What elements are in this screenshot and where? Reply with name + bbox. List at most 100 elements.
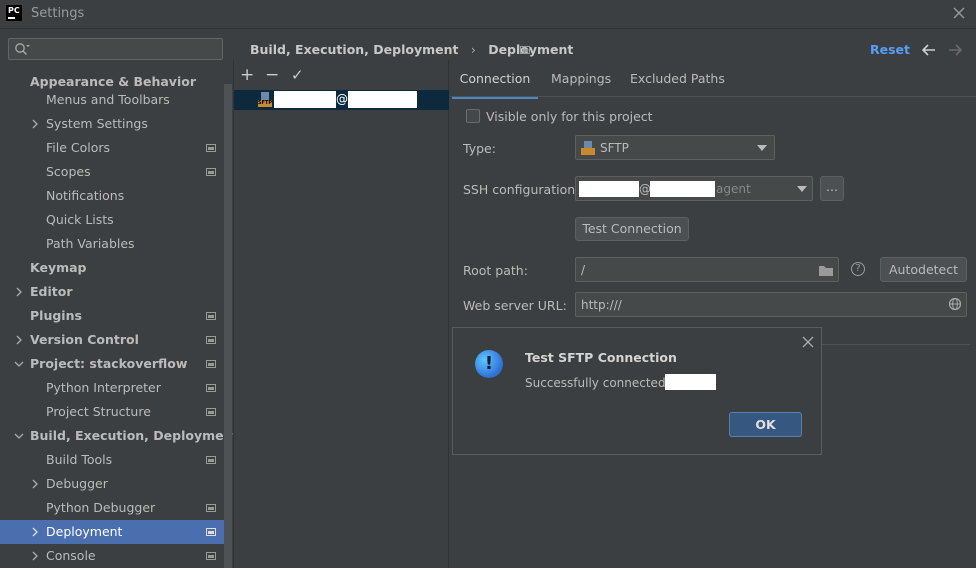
visible-only-checkbox[interactable] (466, 109, 480, 123)
project-level-icon (206, 456, 216, 464)
autodetect-button[interactable]: Autodetect (880, 257, 967, 282)
search-field[interactable] (8, 38, 223, 60)
sidebar-item-label: Keymap (30, 260, 87, 275)
sidebar-item-project-structure[interactable]: Project Structure (0, 400, 232, 424)
form-divider (822, 344, 970, 345)
sidebar-item-python-debugger[interactable]: Python Debugger (0, 496, 232, 520)
tab-connection[interactable]: Connection (452, 68, 538, 99)
type-label: Type: (463, 141, 496, 156)
web-url-field[interactable]: http:/// (575, 292, 967, 317)
test-connection-button[interactable]: Test Connection (575, 217, 689, 241)
chevron-right-icon[interactable] (29, 118, 41, 130)
sidebar-item-scopes[interactable]: Scopes (0, 160, 232, 184)
reset-link[interactable]: Reset (870, 42, 910, 57)
test-sftp-dialog: ! Test SFTP Connection Successfully conn… (452, 327, 822, 455)
sidebar-item-console[interactable]: Console (0, 544, 232, 568)
sidebar-item-plugins[interactable]: Plugins (0, 304, 232, 328)
ssh-more-button[interactable]: ... (820, 176, 844, 201)
project-level-icon (206, 408, 216, 416)
web-url-label: Web server URL: (463, 298, 567, 313)
chevron-right-icon[interactable] (13, 334, 25, 346)
type-select[interactable]: SFTP (575, 135, 775, 160)
sidebar-item-editor[interactable]: Editor (0, 280, 232, 304)
sidebar-item-label: Console (46, 548, 96, 563)
sftp-server-icon: SFTP (258, 92, 272, 107)
sidebar-item-label: Debugger (46, 476, 108, 491)
redacted-host (650, 181, 715, 197)
web-url-value: http:/// (581, 298, 622, 312)
help-icon[interactable]: ? (851, 262, 865, 276)
ssh-config-select[interactable]: @ agent (575, 176, 813, 201)
sidebar-item-label: Project Structure (46, 404, 151, 419)
project-level-icon (206, 168, 216, 176)
back-arrow-icon[interactable] (921, 43, 937, 57)
type-value: SFTP (600, 141, 629, 155)
project-level-icon (206, 336, 216, 344)
chevron-right-icon[interactable] (13, 286, 25, 298)
project-level-icon (206, 528, 216, 536)
sidebar-item-label: Quick Lists (46, 212, 114, 227)
project-level-icon (206, 504, 216, 512)
server-list-item[interactable]: SFTP @ (234, 90, 449, 110)
project-level-icon (206, 384, 216, 392)
remove-server-button[interactable]: − (265, 65, 279, 85)
sidebar-item-label: Menus and Toolbars (46, 92, 170, 107)
breadcrumb-parent[interactable]: Build, Execution, Deployment (250, 42, 458, 57)
root-path-field[interactable]: / (575, 257, 839, 282)
dialog-message: Successfully connected to (525, 376, 682, 390)
ssh-suffix: agent (716, 182, 751, 196)
sidebar-item-build-execution-deployment[interactable]: Build, Execution, Deployment (0, 424, 238, 448)
title-bar (0, 0, 976, 29)
chevron-right-icon[interactable] (29, 550, 41, 562)
project-level-icon (520, 46, 530, 54)
sidebar-item-python-interpreter[interactable]: Python Interpreter (0, 376, 232, 400)
redacted-host (665, 374, 716, 390)
sidebar-item-version-control[interactable]: Version Control (0, 328, 232, 352)
sidebar-item-menus-toolbars[interactable]: Menus and Toolbars (0, 88, 232, 112)
root-path-label: Root path: (463, 263, 528, 278)
close-icon[interactable] (951, 5, 967, 21)
chevron-down-icon[interactable] (13, 358, 25, 370)
forward-arrow-icon[interactable] (947, 43, 963, 57)
sidebar-item-label: Build, Execution, Deployment (30, 428, 239, 443)
tab-excluded-paths[interactable]: Excluded Paths (630, 68, 725, 96)
pycharm-logo-icon: PC (6, 5, 22, 21)
server-list-panel (233, 60, 449, 568)
info-icon: ! (475, 350, 503, 378)
project-level-icon (206, 144, 216, 152)
chevron-down-icon[interactable] (13, 430, 25, 442)
sidebar-item-label: Project: stackoverflow (30, 356, 188, 371)
sidebar-item-label: Path Variables (46, 236, 135, 251)
globe-icon[interactable] (948, 297, 962, 311)
project-level-icon (206, 312, 216, 320)
folder-icon[interactable] (818, 264, 834, 277)
root-path-value: / (581, 263, 586, 277)
sidebar-item-quick-lists[interactable]: Quick Lists (0, 208, 232, 232)
sidebar-item-file-colors[interactable]: File Colors (0, 136, 232, 160)
apply-check-icon[interactable]: ✓ (291, 65, 304, 85)
sidebar-item-path-variables[interactable]: Path Variables (0, 232, 232, 256)
sidebar-item-build-tools[interactable]: Build Tools (0, 448, 232, 472)
sidebar-item-notifications[interactable]: Notifications (0, 184, 232, 208)
sftp-badge: SFTP (258, 100, 273, 107)
add-server-button[interactable]: + (240, 65, 254, 85)
breadcrumb-separator: › (470, 42, 476, 57)
sidebar-item-label: Python Interpreter (46, 380, 161, 395)
tab-mappings[interactable]: Mappings (551, 68, 611, 96)
sidebar-item-deployment[interactable]: Deployment (0, 520, 232, 544)
window-title: Settings (31, 6, 85, 21)
chevron-right-icon[interactable] (29, 478, 41, 490)
sidebar-item-keymap[interactable]: Keymap (0, 256, 232, 280)
sidebar-item-label: Deployment (46, 524, 123, 539)
chevron-right-icon[interactable] (29, 526, 41, 538)
search-input[interactable] (33, 41, 222, 59)
sidebar-item-project-stackoverflow[interactable]: Project: stackoverflow (0, 352, 232, 376)
ok-button[interactable]: OK (729, 412, 802, 437)
sidebar-scrollbar[interactable] (224, 84, 232, 568)
sidebar-item-debugger[interactable]: Debugger (0, 472, 232, 496)
sidebar-item-label: Editor (30, 284, 73, 299)
dialog-close-icon[interactable] (802, 336, 814, 348)
sidebar-item-system-settings[interactable]: System Settings (0, 112, 232, 136)
breadcrumb-current: Deployment (488, 42, 574, 57)
dropdown-arrow-icon (797, 186, 807, 192)
